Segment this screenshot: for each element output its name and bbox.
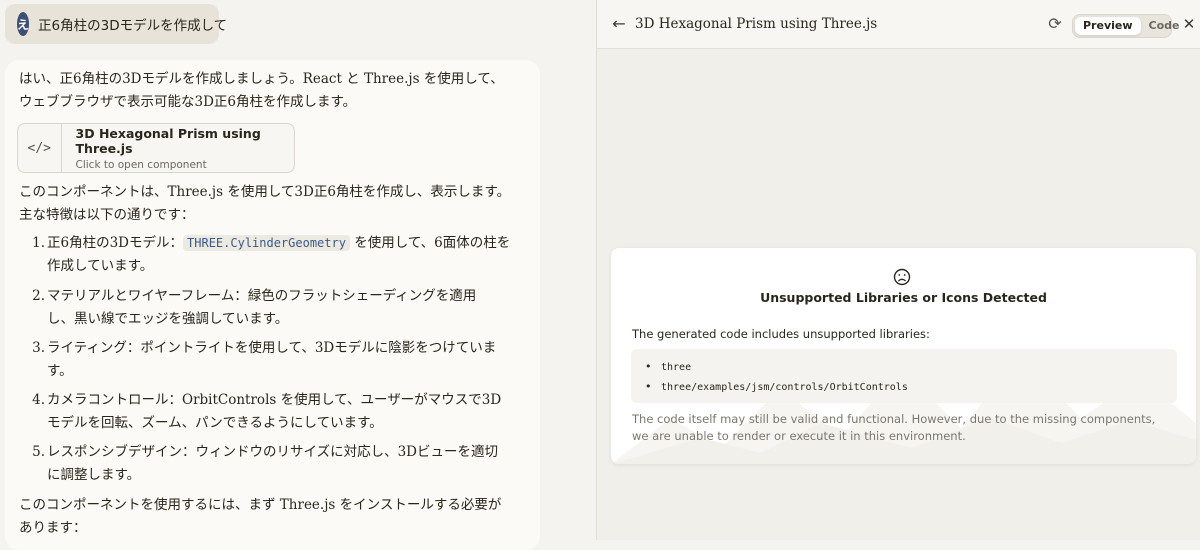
list-item-cont: モデルを回転、ズーム、パンできるようにしています。 [47, 415, 383, 431]
error-card: Unsupported Libraries or Icons Detected … [611, 248, 1196, 464]
intro-line-2: ウェブブラウザで表示可能な3D正6角柱を作成します。 [19, 94, 357, 110]
library-item: three/examples/jsm/controls/OrbitControl… [645, 380, 908, 393]
list-item: 4. カメラコントロール：OrbitControls を使用して、ユーザーがマウス… [32, 392, 502, 408]
code-icon: </> [18, 124, 62, 172]
closing-line-1: このコンポーネントを使用するには、まず Three.js をインストールする必要… [19, 497, 502, 513]
close-icon[interactable]: ✕ [1181, 14, 1197, 34]
library-list: three three/examples/jsm/controls/OrbitC… [631, 349, 1177, 403]
panel-title: 3D Hexagonal Prism using Three.js [635, 16, 878, 32]
user-message-text: 正6角柱の3Dモデルを作成して [38, 18, 228, 34]
list-item: 3. ライティング：ポイントライトを使用して、3Dモデルに陰影をつけていま [32, 340, 497, 356]
artifact-panel: ← 3D Hexagonal Prism using Three.js ⟳ Pr… [596, 0, 1200, 540]
sad-face-icon [893, 268, 911, 286]
list-item: 5. レスポンシブデザイン：ウィンドウのリサイズに対応し、3Dビューを適切 [32, 444, 499, 460]
tab-preview[interactable]: Preview [1075, 17, 1141, 35]
library-item: three [645, 360, 691, 373]
assistant-message: はい、正6角柱の3Dモデルを作成しましょう。React と Three.js を… [5, 60, 540, 550]
list-item-cont: 作成しています。 [47, 258, 154, 274]
view-toggle: Preview Code [1072, 14, 1179, 38]
intro-line-1: はい、正6角柱の3Dモデルを作成しましょう。React と Three.js を… [19, 71, 504, 87]
user-message: え 正6角柱の3Dモデルを作成して [5, 4, 227, 44]
panel-header: ← 3D Hexagonal Prism using Three.js ⟳ Pr… [597, 0, 1200, 49]
list-item-cont: し、黒い線でエッジを強調しています。 [47, 311, 289, 327]
error-description: The generated code includes unsupported … [632, 327, 930, 341]
inline-code: THREE.CylinderGeometry [183, 235, 350, 251]
description-line-2: 主な特徴は以下の通りです： [19, 207, 195, 223]
list-item-cont: す。 [47, 363, 73, 379]
closing-line-2: あります： [19, 520, 87, 536]
user-avatar[interactable]: え [17, 12, 30, 36]
artifact-title: 3D Hexagonal Prism using Three.js [75, 125, 261, 156]
chat-pane: え 正6角柱の3Dモデルを作成して はい、正6角柱の3Dモデルを作成しましょう。… [0, 0, 596, 550]
artifact-card[interactable]: </> 3D Hexagonal Prism using Three.js Cl… [17, 123, 295, 173]
error-note: The code itself may still be valid and f… [632, 412, 1156, 443]
refresh-icon[interactable]: ⟳ [1045, 14, 1065, 34]
description-line-1: このコンポーネントは、Three.js を使用して3D正6角柱を作成し、表示しま… [19, 184, 511, 200]
list-item: 2. マテリアルとワイヤーフレーム：緑色のフラットシェーディングを適用 [32, 288, 477, 304]
list-item-cont: に調整します。 [47, 467, 141, 483]
list-item: 1. 正6角柱の3Dモデル： THREE.CylinderGeometry を使用し… [32, 235, 511, 251]
error-title: Unsupported Libraries or Icons Detected [760, 290, 1047, 305]
arrow-left-icon[interactable]: ← [609, 14, 629, 34]
artifact-subtitle: Click to open component [75, 158, 207, 171]
